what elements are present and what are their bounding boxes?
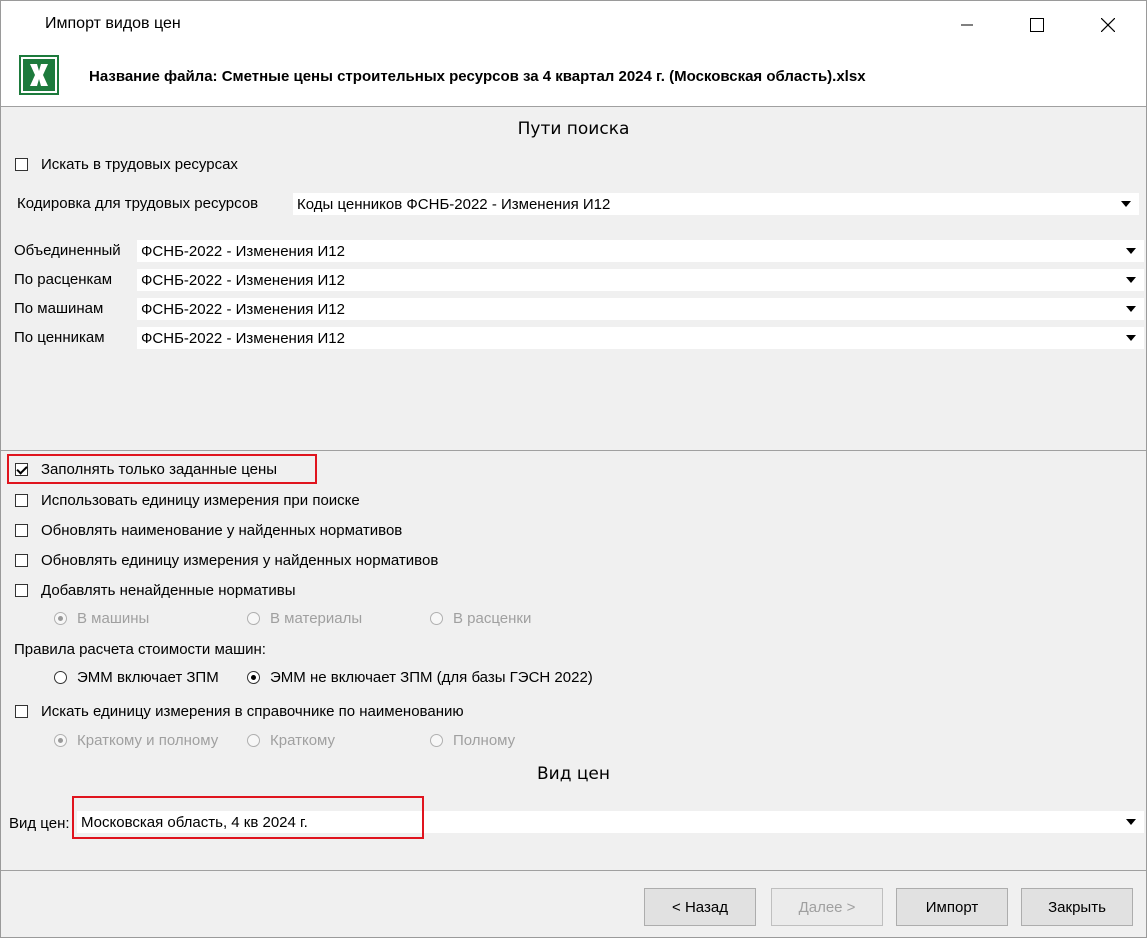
checkbox-box[interactable]	[15, 584, 28, 597]
radio-emm-includes-zpm[interactable]: ЭММ включает ЗПМ	[54, 669, 219, 686]
footer-divider	[1, 870, 1146, 871]
use-unit-label: Использовать единицу измерения при поиск…	[41, 492, 360, 509]
radio-button[interactable]	[430, 734, 443, 747]
chevron-down-icon[interactable]	[1126, 277, 1136, 283]
radio-label: В расценки	[453, 610, 532, 627]
radio-short-and-full[interactable]: Краткому и полному	[54, 732, 218, 749]
close-icon	[1101, 18, 1115, 32]
radio-to-machines[interactable]: В машины	[54, 610, 149, 627]
maximize-icon	[1030, 18, 1044, 32]
machine-rules-label: Правила расчета стоимости машин:	[14, 641, 266, 658]
search-paths-title: Пути поиска	[517, 119, 630, 139]
update-unit-checkbox[interactable]: Обновлять единицу измерения у найденных …	[15, 552, 438, 569]
use-unit-checkbox[interactable]: Использовать единицу измерения при поиск…	[15, 492, 360, 509]
labor-encoding-label: Кодировка для трудовых ресурсов	[17, 195, 259, 212]
update-name-checkbox[interactable]: Обновлять наименование у найденных норма…	[15, 522, 402, 539]
by-machines-label: По машинам	[14, 300, 104, 317]
radio-button[interactable]	[247, 734, 260, 747]
add-missing-checkbox[interactable]: Добавлять ненайденные нормативы	[15, 582, 296, 599]
unit-lookup-checkbox[interactable]: Искать единицу измерения в справочнике п…	[15, 703, 464, 720]
radio-label: Краткому и полному	[77, 732, 219, 749]
radio-emm-excludes-zpm[interactable]: ЭММ не включает ЗПМ (для базы ГЭСН 2022)	[247, 669, 593, 686]
chevron-down-icon[interactable]	[1121, 201, 1131, 207]
update-unit-label: Обновлять единицу измерения у найденных …	[41, 552, 439, 569]
radio-button[interactable]	[430, 612, 443, 625]
by-rates-label: По расценкам	[14, 271, 113, 288]
radio-short[interactable]: Краткому	[247, 732, 335, 749]
radio-button[interactable]	[54, 671, 67, 684]
radio-full[interactable]: Полному	[430, 732, 515, 749]
by-price-lists-select[interactable]: ФСНБ-2022 - Изменения И12	[137, 327, 1144, 349]
checkbox-box[interactable]	[15, 494, 28, 507]
unit-lookup-label: Искать единицу измерения в справочнике п…	[41, 703, 464, 720]
checkbox-box[interactable]	[15, 158, 28, 171]
radio-label: Краткому	[270, 732, 336, 749]
import-price-types-dialog: Импорт видов цен Название файла: Сметные…	[0, 0, 1147, 938]
price-type-label: Вид цен:	[9, 815, 70, 832]
back-button[interactable]: < Назад	[644, 888, 756, 926]
add-missing-label: Добавлять ненайденные нормативы	[41, 582, 296, 599]
radio-button[interactable]	[247, 612, 260, 625]
update-name-label: Обновлять наименование у найденных норма…	[41, 522, 403, 539]
title-bar: Импорт видов цен	[1, 1, 1146, 49]
by-rates-value: ФСНБ-2022 - Изменения И12	[141, 271, 345, 289]
window-title: Импорт видов цен	[45, 15, 181, 32]
radio-label: ЭММ включает ЗПМ	[77, 669, 219, 686]
by-price-lists-label: По ценникам	[14, 329, 105, 346]
maximize-button[interactable]	[1002, 1, 1072, 49]
section-divider	[1, 450, 1146, 451]
radio-button[interactable]	[54, 612, 67, 625]
checkbox-box[interactable]	[15, 554, 28, 567]
search-labor-checkbox[interactable]: Искать в трудовых ресурсах	[15, 156, 238, 173]
radio-to-materials[interactable]: В материалы	[247, 610, 362, 627]
highlight-box	[72, 796, 424, 839]
price-type-title: Вид цен	[536, 764, 610, 784]
excel-icon	[19, 55, 59, 95]
by-machines-select[interactable]: ФСНБ-2022 - Изменения И12	[137, 298, 1144, 320]
by-rates-select[interactable]: ФСНБ-2022 - Изменения И12	[137, 269, 1144, 291]
by-machines-value: ФСНБ-2022 - Изменения И12	[141, 300, 345, 318]
highlight-box	[7, 454, 317, 484]
radio-label: Полному	[453, 732, 516, 749]
file-name-title: Название файла: Сметные цены строительны…	[89, 68, 866, 85]
radio-label: ЭММ не включает ЗПМ (для базы ГЭСН 2022)	[270, 669, 593, 686]
chevron-down-icon[interactable]	[1126, 819, 1136, 825]
close-window-button[interactable]	[1073, 1, 1143, 49]
combined-select[interactable]: ФСНБ-2022 - Изменения И12	[137, 240, 1144, 262]
combined-label: Объединенный	[14, 242, 121, 259]
import-button[interactable]: Импорт	[896, 888, 1008, 926]
radio-to-rates[interactable]: В расценки	[430, 610, 531, 627]
checkbox-box[interactable]	[15, 705, 28, 718]
chevron-down-icon[interactable]	[1126, 306, 1136, 312]
by-price-lists-value: ФСНБ-2022 - Изменения И12	[141, 329, 345, 347]
chevron-down-icon[interactable]	[1126, 335, 1136, 341]
minimize-button[interactable]	[932, 1, 1002, 49]
radio-label: В машины	[77, 610, 150, 627]
minimize-icon	[961, 24, 973, 26]
chevron-down-icon[interactable]	[1126, 248, 1136, 254]
close-button[interactable]: Закрыть	[1021, 888, 1133, 926]
labor-encoding-select[interactable]: Коды ценников ФСНБ-2022 - Изменения И12	[293, 193, 1139, 215]
search-labor-label: Искать в трудовых ресурсах	[41, 156, 238, 173]
radio-button[interactable]	[247, 671, 260, 684]
radio-button[interactable]	[54, 734, 67, 747]
radio-label: В материалы	[270, 610, 363, 627]
next-button[interactable]: Далее >	[771, 888, 883, 926]
combined-value: ФСНБ-2022 - Изменения И12	[141, 242, 345, 260]
labor-encoding-value: Коды ценников ФСНБ-2022 - Изменения И12	[297, 195, 611, 213]
file-header: Название файла: Сметные цены строительны…	[1, 49, 1146, 107]
checkbox-box[interactable]	[15, 524, 28, 537]
